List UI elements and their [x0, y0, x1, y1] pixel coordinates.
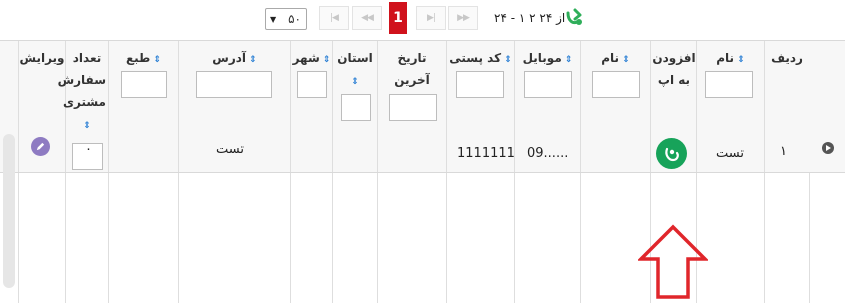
cell-mobile: 09...... — [527, 146, 569, 161]
body-col-line — [108, 173, 178, 303]
col-last-purchase: تاریخ آخرین خرید — [377, 41, 446, 172]
first-page-button[interactable]: |◀ — [319, 6, 349, 30]
sort-icon: ⇕ — [501, 55, 512, 65]
body-col-line — [377, 173, 446, 303]
refresh-icon[interactable] — [564, 7, 586, 29]
cell-postal: 1111111 — [457, 146, 515, 161]
col-province-label[interactable]: استان ⇕ — [333, 47, 377, 93]
cell-row-no: ۱ — [780, 144, 787, 159]
filter-name-input[interactable] — [705, 71, 753, 98]
filter-city-input[interactable] — [297, 71, 327, 98]
range-info: از ۲۴ ۲ ۱ - ۲۴ — [494, 11, 566, 25]
body-col-line — [446, 173, 514, 303]
sort-icon: ⇕ — [561, 55, 573, 65]
filter-floor-input[interactable] — [121, 71, 167, 98]
col-city-label[interactable]: ⇕ شهر — [291, 47, 332, 71]
edit-button[interactable] — [31, 137, 50, 156]
app-added-icon[interactable] — [656, 138, 687, 169]
sort-icon: ⇕ — [150, 55, 162, 65]
filter-province-input[interactable] — [341, 94, 371, 121]
col-city[interactable]: ⇕ شهر — [290, 41, 332, 172]
page-size-select[interactable]: ▼ ۵۰ — [265, 8, 307, 30]
page-size-value: ۵۰ — [288, 12, 301, 26]
body-col-line — [178, 173, 290, 303]
sort-icon: ⇕ — [319, 55, 331, 65]
col-floor[interactable]: ⇕ طبع — [108, 41, 178, 172]
sort-icon: ⇕ — [619, 55, 630, 65]
cell-orders: ۰ — [85, 142, 92, 157]
filter-postal-input[interactable] — [456, 71, 504, 98]
cell-address: تست — [216, 142, 244, 157]
grid-body — [0, 173, 845, 303]
sort-icon: ⇕ — [734, 55, 745, 65]
prev-page-button[interactable]: ◀◀ — [352, 6, 382, 30]
filter-address-input[interactable] — [196, 71, 272, 98]
cell-name: تست — [716, 146, 744, 161]
body-col-line — [809, 173, 845, 303]
sort-icon: ⇕ — [246, 55, 257, 65]
pencil-icon — [36, 142, 45, 151]
next-page-button[interactable]: ▶| — [416, 6, 446, 30]
col-username[interactable]: ⇕ نام کاربری — [580, 41, 650, 172]
col-name-label[interactable]: ⇕ نام — [697, 47, 764, 71]
body-col-line — [290, 173, 332, 303]
col-mobile-label[interactable]: ⇕ موبایل — [515, 47, 580, 71]
col-orders-label[interactable]: تعداد سفارش مشتری ⇕ — [58, 47, 108, 137]
sort-icon: ⇕ — [351, 77, 359, 87]
col-app-added-label: افزودن به اپ — [652, 51, 696, 87]
body-col-line — [18, 173, 65, 303]
customers-grid-page: ▼ ۵۰ |◀ ◀◀ 1 ▶| ▶▶ از ۲۴ ۲ ۱ - ۲۴ ردیف ⇕… — [0, 0, 845, 303]
caret-down-icon: ▼ — [270, 14, 277, 24]
row-expand-icon[interactable] — [822, 142, 834, 154]
red-up-arrow-annotation — [638, 224, 708, 299]
app-logo-icon — [664, 147, 679, 161]
body-col-line — [764, 173, 809, 303]
body-col-line — [514, 173, 580, 303]
col-address-label[interactable]: ⇕ آدرس — [179, 47, 290, 71]
col-postal-label[interactable]: ⇕ کد پستی — [447, 47, 514, 71]
sort-icon: ⇕ — [83, 121, 91, 131]
filter-last-purchase-input[interactable] — [389, 94, 437, 121]
body-col-line — [332, 173, 377, 303]
pager: ▼ ۵۰ |◀ ◀◀ 1 ▶| ▶▶ از ۲۴ ۲ ۱ - ۲۴ — [0, 2, 845, 34]
current-page[interactable]: 1 — [389, 2, 407, 34]
body-col-line — [65, 173, 108, 303]
col-province[interactable]: استان ⇕ — [332, 41, 377, 172]
data-grid: ردیف ⇕ نام افزودن به اپ ⇕ نام کاربری ⇕ م… — [0, 40, 845, 303]
vertical-scrollbar[interactable] — [3, 134, 15, 288]
filter-mobile-input[interactable] — [524, 71, 572, 98]
col-row-label: ردیف — [771, 51, 803, 65]
col-floor-label[interactable]: ⇕ طبع — [109, 47, 178, 71]
last-page-button[interactable]: ▶▶ — [448, 6, 478, 30]
col-edit-label: ویرایش — [19, 51, 65, 65]
filter-username-input[interactable] — [592, 71, 640, 98]
